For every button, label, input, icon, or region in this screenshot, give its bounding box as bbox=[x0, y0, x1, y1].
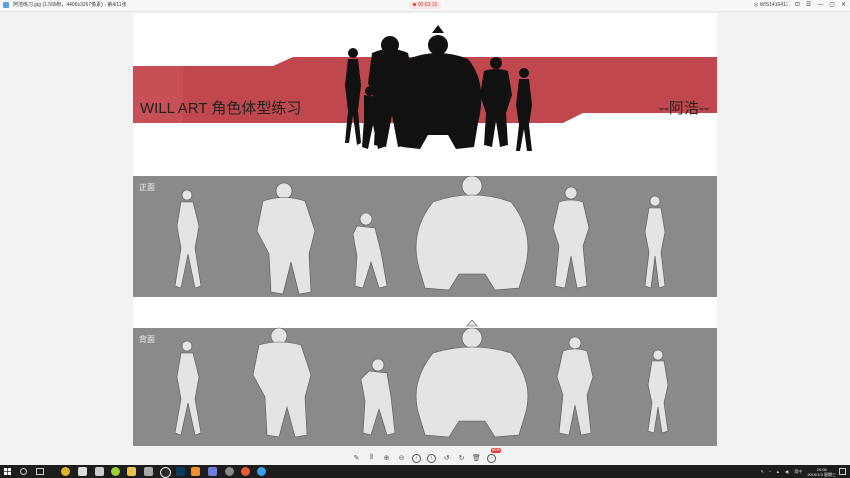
clock-date: 2019/1/3 星期三 bbox=[807, 471, 836, 477]
artwork-author: --阿浩-- bbox=[659, 100, 709, 117]
zoom-in-icon: ⊕ bbox=[383, 455, 390, 462]
front-figures bbox=[174, 176, 666, 295]
compare-button[interactable]: ⫴ bbox=[365, 452, 378, 464]
clock[interactable]: 20:08 2019/1/3 星期三 bbox=[807, 467, 836, 477]
next-image-button[interactable]: › bbox=[425, 452, 438, 464]
rotate-left-icon: ↺ bbox=[443, 455, 450, 462]
character-silhouettes bbox=[345, 25, 532, 151]
window-titlebar: 阿浩练习.jpg (1.56MB，4406x3267像素) - 第4/11张 0… bbox=[0, 0, 850, 12]
compare-icon: ⫴ bbox=[370, 454, 373, 461]
new-badge: NEW bbox=[490, 448, 501, 453]
prev-icon: ‹ bbox=[412, 453, 421, 463]
more-button[interactable]: ⋯ NEW bbox=[485, 448, 501, 464]
chrome-icon[interactable] bbox=[61, 467, 70, 476]
prev-image-button[interactable]: ‹ bbox=[410, 452, 423, 464]
back-figures bbox=[174, 319, 669, 438]
zoom-out-button[interactable]: ⊖ bbox=[395, 452, 408, 464]
folder-icon[interactable] bbox=[127, 467, 136, 476]
task-view-icon[interactable] bbox=[36, 468, 44, 475]
front-view-panel: 正面 bbox=[133, 176, 717, 297]
mail-icon[interactable] bbox=[78, 467, 87, 476]
browser-icon[interactable] bbox=[257, 467, 266, 476]
maximize-button[interactable]: ▢ bbox=[829, 0, 835, 10]
viewer-toolbar: ✎ ⫴ ⊕ ⊖ ‹ › ↺ ↻ 🗑 ⋯ NEW bbox=[350, 448, 501, 464]
notification-icon[interactable] bbox=[839, 468, 846, 475]
favorite-button[interactable]: ♡ bbox=[783, 0, 788, 10]
image-viewer-icon[interactable] bbox=[191, 467, 200, 476]
app-icon bbox=[3, 2, 9, 8]
chevron-up-icon[interactable]: ^ bbox=[769, 469, 771, 474]
volume-icon[interactable]: ◀) bbox=[785, 469, 789, 474]
store-icon[interactable] bbox=[95, 467, 104, 476]
wechat-icon[interactable] bbox=[111, 467, 120, 476]
screenshot-button[interactable]: ⊡ bbox=[795, 0, 800, 10]
search-icon[interactable] bbox=[20, 468, 27, 475]
photoshop-icon[interactable] bbox=[176, 467, 185, 476]
network-icon[interactable]: ▲ bbox=[776, 469, 780, 474]
pen-icon[interactable]: ✎ bbox=[761, 469, 764, 474]
edit-icon: ✎ bbox=[353, 455, 360, 462]
back-view-panel: 背面 bbox=[133, 319, 717, 446]
minimize-button[interactable]: — bbox=[817, 0, 823, 10]
next-icon: › bbox=[427, 453, 436, 463]
window-controls: ♡ ⊡ ☰ — ▢ ✕ bbox=[783, 0, 846, 10]
close-button[interactable]: ✕ bbox=[841, 0, 846, 10]
windows-start-icon[interactable] bbox=[4, 468, 11, 475]
recording-indicator[interactable]: 00:53:15 bbox=[409, 1, 441, 9]
delete-button[interactable]: 🗑 bbox=[470, 452, 483, 464]
rotate-right-icon: ↻ bbox=[458, 455, 465, 462]
artwork-title: WILL ART 角色体型练习 bbox=[140, 100, 302, 117]
more-icon: ⋯ bbox=[487, 453, 496, 463]
recording-time: 00:53:15 bbox=[417, 2, 438, 8]
qq-icon[interactable] bbox=[160, 467, 171, 478]
image-canvas[interactable]: WILL ART 角色体型练习 --阿浩-- 正面 背面 bbox=[133, 13, 717, 446]
system-tray: ✎ ^ ▲ ◀) 简中 20:08 2019/1/3 星期三 bbox=[761, 465, 836, 478]
record-dot-icon bbox=[412, 3, 416, 7]
window-title: 阿浩练习.jpg (1.56MB，4406x3267像素) - 第4/11张 bbox=[13, 2, 127, 8]
recorder-icon[interactable] bbox=[241, 467, 250, 476]
zoom-in-button[interactable]: ⊕ bbox=[380, 452, 393, 464]
settings-icon[interactable] bbox=[225, 467, 234, 476]
zoom-out-icon: ⊖ bbox=[398, 455, 405, 462]
app-blue-icon[interactable] bbox=[208, 467, 217, 476]
edit-button[interactable]: ✎ bbox=[350, 452, 363, 464]
menu-button[interactable]: ☰ bbox=[806, 0, 811, 10]
calculator-icon[interactable] bbox=[144, 467, 153, 476]
ime-indicator[interactable]: 简中 bbox=[794, 469, 802, 475]
rotate-left-button[interactable]: ↺ bbox=[440, 452, 453, 464]
windows-taskbar: ✎ ^ ▲ ◀) 简中 20:08 2019/1/3 星期三 bbox=[0, 465, 850, 478]
delete-icon: 🗑 bbox=[472, 455, 481, 462]
rotate-right-button[interactable]: ↻ bbox=[455, 452, 468, 464]
